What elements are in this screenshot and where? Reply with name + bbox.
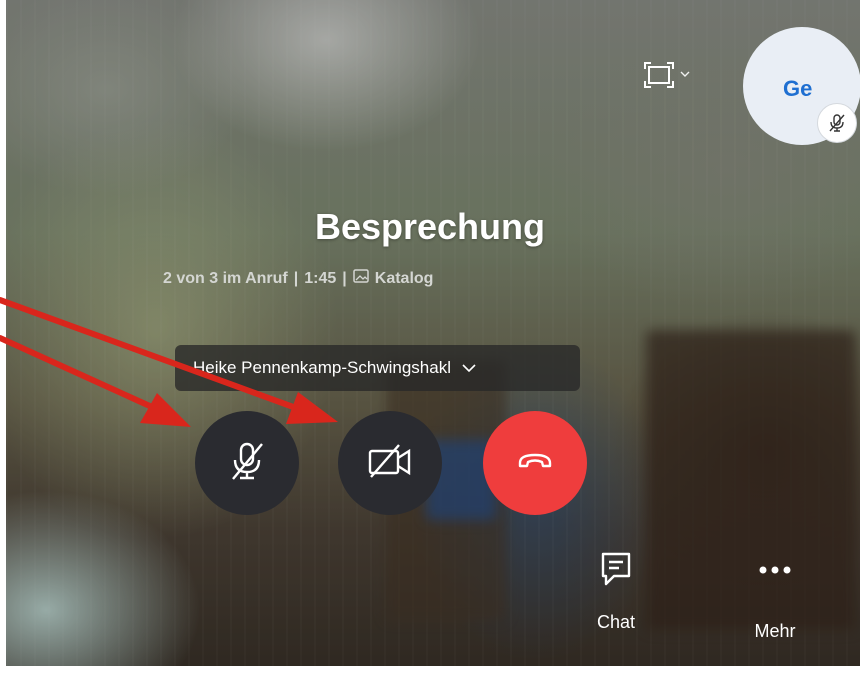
arrow-to-microphone [0,335,191,427]
annotation-arrows [0,297,338,427]
